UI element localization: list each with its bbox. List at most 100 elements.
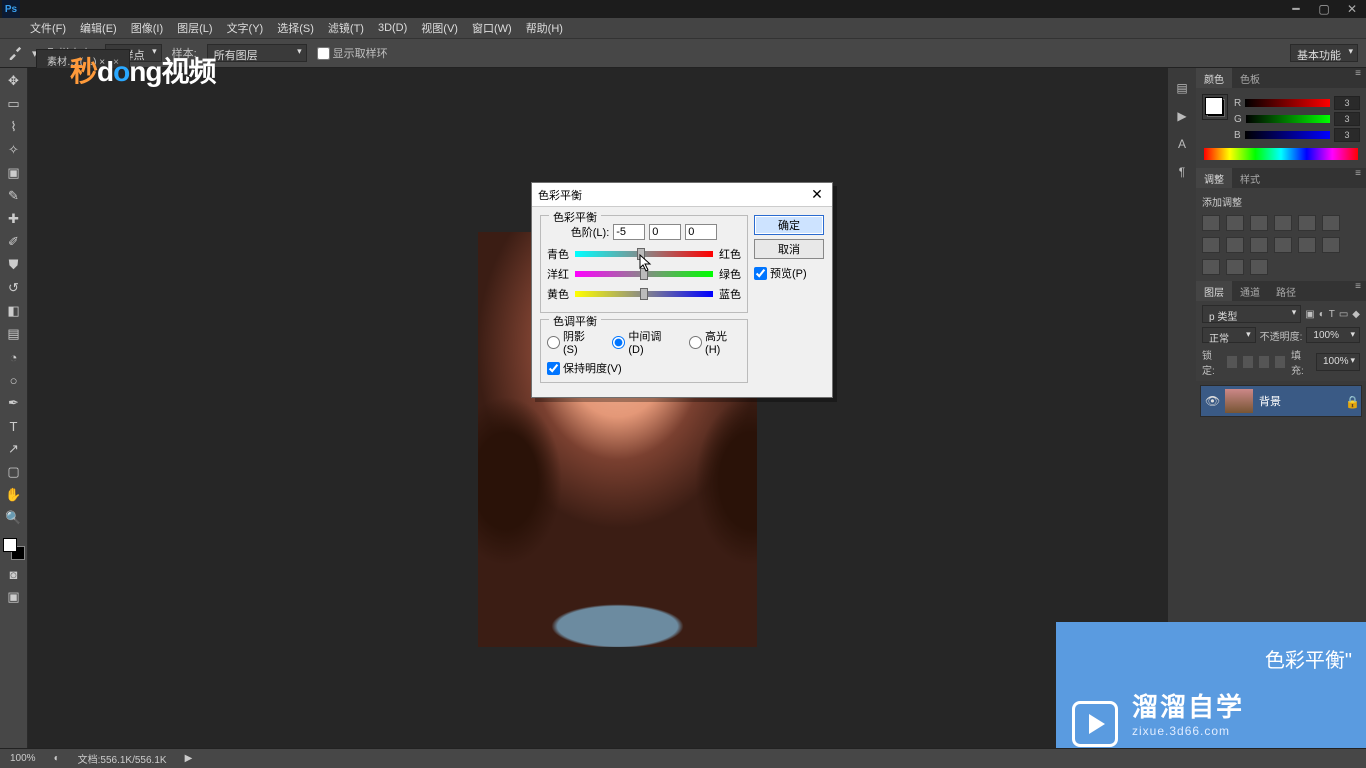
adj-thresh-icon[interactable] bbox=[1202, 259, 1220, 275]
menu-filter[interactable]: 滤镜(T) bbox=[328, 20, 364, 36]
menu-edit[interactable]: 编辑(E) bbox=[80, 20, 117, 36]
lock-all-icon[interactable] bbox=[1275, 356, 1285, 368]
workspace-dropdown[interactable]: 基本功能 bbox=[1290, 44, 1358, 62]
close-icon[interactable]: ✕ bbox=[1338, 0, 1366, 18]
filter-smart-icon[interactable]: ◆ bbox=[1352, 309, 1360, 320]
menu-3d[interactable]: 3D(D) bbox=[378, 22, 407, 34]
canvas-area[interactable]: 素材… (…) × 秒dong视频 bbox=[28, 68, 1168, 748]
hand-tool-icon[interactable]: ✋ bbox=[3, 486, 25, 504]
layer-thumbnail[interactable] bbox=[1225, 389, 1253, 413]
adj-poster-icon[interactable] bbox=[1322, 237, 1340, 253]
filter-adj-icon[interactable]: ◐ bbox=[1319, 309, 1325, 320]
lock-trans-icon[interactable] bbox=[1227, 356, 1237, 368]
layer-row[interactable]: 👁 背景 🔒 bbox=[1200, 385, 1362, 417]
crop-tool-icon[interactable]: ▣ bbox=[3, 164, 25, 182]
eyedropper-tool-icon[interactable]: ✎ bbox=[3, 187, 25, 205]
visibility-icon[interactable]: 👁 bbox=[1205, 394, 1219, 408]
para-dock-icon[interactable]: ¶ bbox=[1174, 164, 1190, 180]
blend-mode-dropdown[interactable]: 正常 bbox=[1202, 327, 1256, 343]
menu-window[interactable]: 窗口(W) bbox=[472, 20, 512, 36]
menu-view[interactable]: 视图(V) bbox=[421, 20, 458, 36]
move-tool-icon[interactable]: ✥ bbox=[3, 72, 25, 90]
menu-type[interactable]: 文字(Y) bbox=[227, 20, 264, 36]
level-input-2[interactable] bbox=[649, 224, 681, 240]
lock-pixel-icon[interactable] bbox=[1243, 356, 1253, 368]
adj-gradmap-icon[interactable] bbox=[1226, 259, 1244, 275]
menu-image[interactable]: 图像(I) bbox=[131, 20, 163, 36]
fg-bg-swatch[interactable] bbox=[3, 538, 25, 560]
spectrum-bar[interactable] bbox=[1204, 148, 1358, 160]
preview-checkbox[interactable]: 预览(P) bbox=[754, 265, 824, 281]
r-value[interactable]: 3 bbox=[1334, 96, 1360, 110]
adj-chanmix-icon[interactable] bbox=[1274, 237, 1292, 253]
blur-tool-icon[interactable]: ◔ bbox=[3, 348, 25, 366]
filter-pixel-icon[interactable]: ▣ bbox=[1305, 309, 1314, 320]
shape-tool-icon[interactable]: ▢ bbox=[3, 463, 25, 481]
cancel-button[interactable]: 取消 bbox=[754, 239, 824, 259]
zoom-tool-icon[interactable]: 🔍 bbox=[3, 509, 25, 527]
maximize-icon[interactable]: ▢ bbox=[1310, 0, 1338, 18]
tab-swatches[interactable]: 色板 bbox=[1232, 68, 1268, 88]
shadows-radio[interactable]: 阴影(S) bbox=[547, 328, 598, 356]
adj-exposure-icon[interactable] bbox=[1274, 215, 1292, 231]
lock-pos-icon[interactable] bbox=[1259, 356, 1269, 368]
g-value[interactable]: 3 bbox=[1334, 112, 1360, 126]
quickmask-icon[interactable]: ◙ bbox=[3, 565, 25, 583]
yellow-blue-slider[interactable] bbox=[575, 291, 713, 297]
level-input-3[interactable] bbox=[685, 224, 717, 240]
adj-brightness-icon[interactable] bbox=[1202, 215, 1220, 231]
adj-levels-icon[interactable] bbox=[1226, 215, 1244, 231]
panel-menu-icon[interactable]: ≡ bbox=[1350, 68, 1366, 88]
r-slider[interactable] bbox=[1245, 99, 1330, 107]
type-tool-icon[interactable]: T bbox=[3, 417, 25, 435]
path-tool-icon[interactable]: ↗ bbox=[3, 440, 25, 458]
layer-name[interactable]: 背景 bbox=[1259, 393, 1339, 409]
tab-channels[interactable]: 通道 bbox=[1232, 281, 1268, 301]
b-value[interactable]: 3 bbox=[1334, 128, 1360, 142]
g-slider[interactable] bbox=[1246, 115, 1330, 123]
status-arrow-icon[interactable]: ▶ bbox=[185, 753, 193, 764]
magenta-green-slider[interactable] bbox=[575, 271, 713, 277]
show-ring-checkbox[interactable]: 显示取样环 bbox=[317, 45, 388, 61]
level-input-1[interactable] bbox=[613, 224, 645, 240]
history-brush-icon[interactable]: ↺ bbox=[3, 279, 25, 297]
layer-kind-dropdown[interactable]: p 类型 bbox=[1202, 305, 1301, 323]
filter-shape-icon[interactable]: ▭ bbox=[1339, 309, 1348, 320]
dialog-close-icon[interactable]: ✕ bbox=[808, 186, 826, 204]
adj-photo-icon[interactable] bbox=[1250, 237, 1268, 253]
panel-menu-icon[interactable]: ≡ bbox=[1350, 281, 1366, 301]
screenmode-icon[interactable]: ▣ bbox=[3, 588, 25, 606]
menu-select[interactable]: 选择(S) bbox=[277, 20, 314, 36]
minimize-icon[interactable]: ━ bbox=[1282, 0, 1310, 18]
adj-vibrance-icon[interactable] bbox=[1298, 215, 1316, 231]
filter-type-icon[interactable]: T bbox=[1329, 309, 1335, 320]
gradient-tool-icon[interactable]: ▤ bbox=[3, 325, 25, 343]
adj-selcolor-icon[interactable] bbox=[1250, 259, 1268, 275]
char-dock-icon[interactable]: A bbox=[1174, 136, 1190, 152]
pen-tool-icon[interactable]: ✒ bbox=[3, 394, 25, 412]
doc-size[interactable]: 文档:556.1K/556.1K bbox=[78, 751, 167, 766]
tab-paths[interactable]: 路径 bbox=[1268, 281, 1304, 301]
tab-adjustments[interactable]: 调整 bbox=[1196, 168, 1232, 188]
highlights-radio[interactable]: 高光(H) bbox=[689, 328, 741, 356]
adj-bw-icon[interactable] bbox=[1226, 237, 1244, 253]
wand-tool-icon[interactable]: ✧ bbox=[3, 141, 25, 159]
stamp-tool-icon[interactable]: ⛊ bbox=[3, 256, 25, 274]
color-swatch[interactable] bbox=[1202, 94, 1228, 120]
eraser-tool-icon[interactable]: ◧ bbox=[3, 302, 25, 320]
marquee-tool-icon[interactable]: ▭ bbox=[3, 95, 25, 113]
actions-dock-icon[interactable]: ▶ bbox=[1174, 108, 1190, 124]
tab-layers[interactable]: 图层 bbox=[1196, 281, 1232, 301]
status-icon[interactable]: ◐ bbox=[54, 753, 60, 764]
adj-colorbal-icon[interactable] bbox=[1202, 237, 1220, 253]
menu-layer[interactable]: 图层(L) bbox=[177, 20, 212, 36]
dodge-tool-icon[interactable]: ○ bbox=[3, 371, 25, 389]
brush-tool-icon[interactable]: ✐ bbox=[3, 233, 25, 251]
ok-button[interactable]: 确定 bbox=[754, 215, 824, 235]
cyan-red-slider[interactable] bbox=[575, 251, 713, 257]
adj-curves-icon[interactable] bbox=[1250, 215, 1268, 231]
menu-file[interactable]: 文件(F) bbox=[30, 20, 66, 36]
preserve-luminosity-checkbox[interactable]: 保持明度(V) bbox=[547, 360, 741, 376]
menu-help[interactable]: 帮助(H) bbox=[526, 20, 563, 36]
history-dock-icon[interactable]: ▤ bbox=[1174, 80, 1190, 96]
